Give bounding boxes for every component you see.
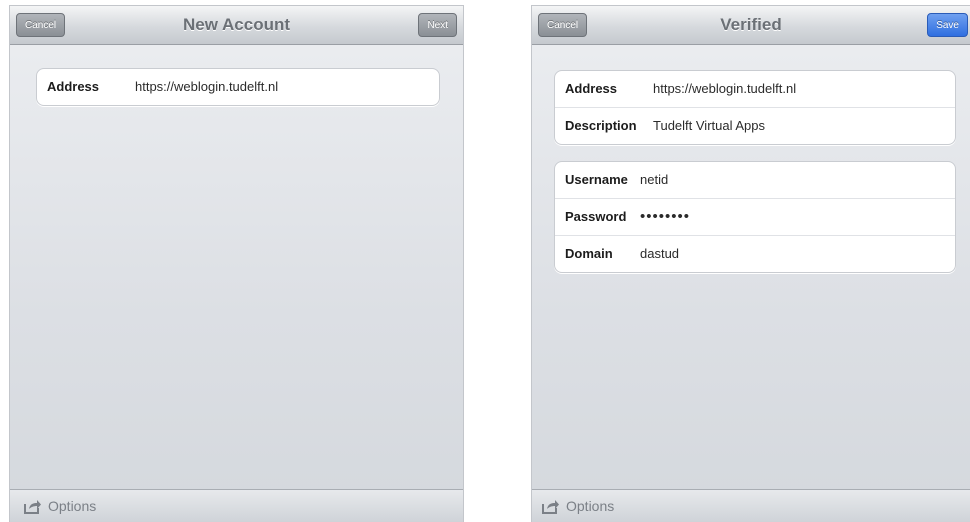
options-label: Options bbox=[566, 498, 615, 514]
credentials-group: Username netid Password •••••••• Domain … bbox=[554, 161, 956, 273]
bottom-toolbar: Options bbox=[10, 489, 463, 522]
username-label: Username bbox=[565, 172, 628, 187]
password-field[interactable]: •••••••• bbox=[640, 199, 690, 235]
save-button[interactable]: Save bbox=[927, 13, 968, 37]
nav-bar: Verified Cancel Save bbox=[532, 6, 970, 45]
nav-title: Verified bbox=[720, 15, 782, 34]
cancel-button[interactable]: Cancel bbox=[538, 13, 588, 37]
address-row[interactable]: Address https://weblogin.tudelft.nl bbox=[555, 71, 955, 108]
next-button[interactable]: Next bbox=[418, 13, 457, 37]
username-row[interactable]: Username netid bbox=[555, 162, 955, 199]
nav-title: New Account bbox=[182, 15, 291, 34]
options-label: Options bbox=[48, 498, 97, 514]
server-group: Address https://weblogin.tudelft.nl Desc… bbox=[554, 70, 956, 145]
bottom-toolbar: Options bbox=[532, 489, 970, 522]
address-field[interactable]: https://weblogin.tudelft.nl bbox=[653, 71, 796, 107]
new-account-screen: New Account Cancel Next Address https://… bbox=[10, 6, 463, 522]
description-label: Description bbox=[565, 118, 637, 133]
options-button[interactable]: Options bbox=[24, 490, 96, 522]
address-label: Address bbox=[565, 81, 618, 96]
domain-label: Domain bbox=[565, 246, 613, 261]
description-field[interactable]: Tudelft Virtual Apps bbox=[653, 108, 765, 144]
password-row[interactable]: Password •••••••• bbox=[555, 199, 955, 236]
description-row[interactable]: Description Tudelft Virtual Apps bbox=[555, 108, 955, 144]
options-button[interactable]: Options bbox=[542, 490, 614, 522]
verified-screen: Verified Cancel Save Address https://web… bbox=[532, 6, 970, 522]
cancel-button[interactable]: Cancel bbox=[16, 13, 66, 37]
address-label: Address bbox=[47, 79, 100, 94]
share-icon bbox=[24, 500, 41, 514]
username-field[interactable]: netid bbox=[640, 162, 668, 198]
address-field[interactable]: https://weblogin.tudelft.nl bbox=[135, 69, 278, 105]
password-label: Password bbox=[565, 209, 627, 224]
address-row[interactable]: Address https://weblogin.tudelft.nl bbox=[37, 69, 439, 105]
address-group: Address https://weblogin.tudelft.nl bbox=[36, 68, 440, 106]
share-icon bbox=[542, 500, 559, 514]
domain-row[interactable]: Domain dastud bbox=[555, 236, 955, 272]
domain-field[interactable]: dastud bbox=[640, 236, 679, 272]
nav-bar: New Account Cancel Next bbox=[10, 6, 463, 45]
